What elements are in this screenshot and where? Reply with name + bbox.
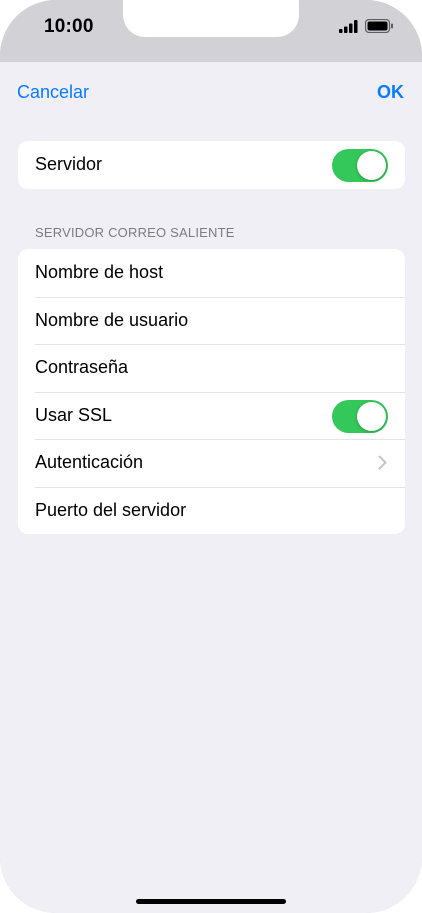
authentication-row[interactable]: Autenticación (18, 439, 405, 487)
toggle-knob (357, 401, 386, 431)
use-ssl-label: Usar SSL (35, 404, 113, 425)
use-ssl-row[interactable]: Usar SSL (18, 391, 405, 440)
navigation-bar: Cancelar OK (0, 62, 422, 122)
home-indicator (136, 899, 286, 904)
chevron-right-icon (378, 455, 387, 475)
server-toggle[interactable] (332, 149, 388, 182)
notch (123, 0, 299, 37)
use-ssl-toggle[interactable] (332, 399, 388, 433)
settings-sheet: Cancelar OK Servidor SERVIDOR CORREO SAL… (0, 62, 422, 913)
server-group: Servidor (18, 141, 405, 189)
server-label: Servidor (35, 154, 103, 175)
status-bar: 10:00 (0, 0, 422, 62)
status-time: 10:00 (44, 16, 94, 37)
hostname-row[interactable]: Nombre de host (18, 249, 405, 297)
server-port-label: Puerto del servidor (35, 499, 187, 520)
server-port-row[interactable]: Puerto del servidor (18, 486, 405, 535)
server-row[interactable]: Servidor (18, 141, 405, 189)
password-label: Contraseña (35, 357, 129, 378)
password-row[interactable]: Contraseña (18, 344, 405, 392)
cellular-signal-icon (339, 19, 359, 38)
username-label: Nombre de usuario (35, 309, 189, 330)
outgoing-server-group: Nombre de host Nombre de usuario Contras… (18, 249, 405, 534)
hostname-label: Nombre de host (35, 262, 164, 283)
phone-frame: 10:00 Cancelar OK Servidor SERVIDOR CORR… (0, 0, 422, 913)
battery-icon (364, 18, 394, 38)
status-icons (339, 18, 394, 38)
ok-button[interactable]: OK (377, 82, 404, 103)
username-row[interactable]: Nombre de usuario (18, 296, 405, 345)
toggle-knob (357, 151, 386, 180)
authentication-label: Autenticación (35, 452, 144, 473)
section-header-outgoing: SERVIDOR CORREO SALIENTE (35, 225, 235, 240)
cancel-button[interactable]: Cancelar (17, 82, 89, 103)
